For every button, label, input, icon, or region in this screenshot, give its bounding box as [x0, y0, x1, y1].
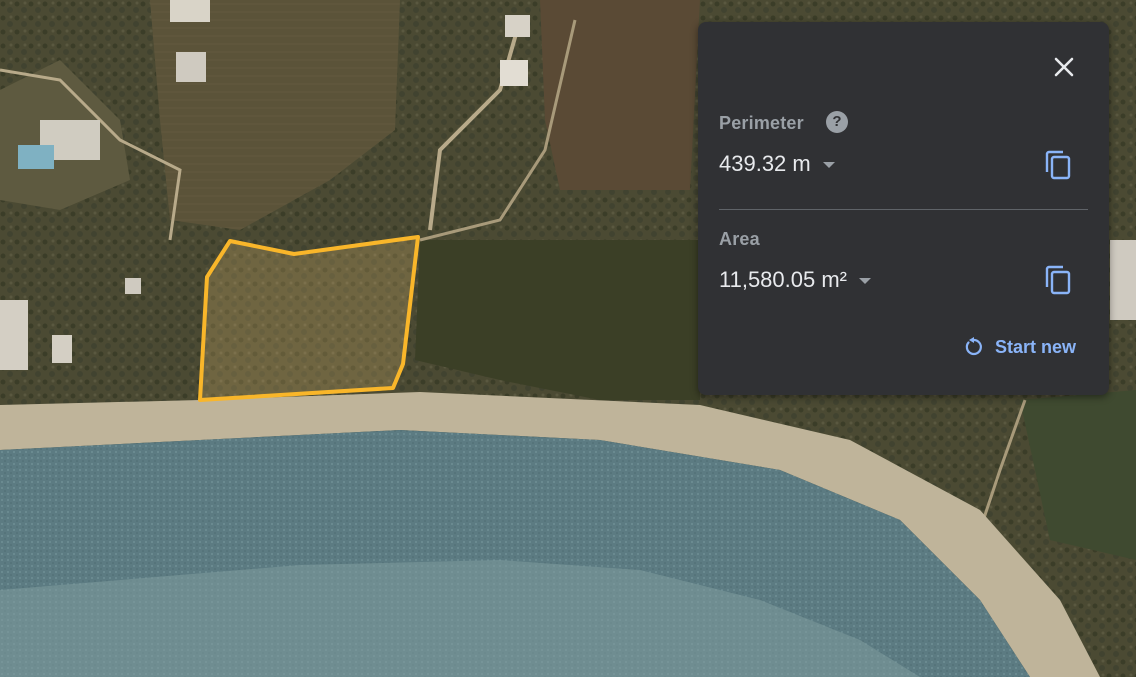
building [170, 0, 210, 22]
building [505, 15, 530, 37]
restart-icon [965, 337, 982, 356]
building [1110, 240, 1136, 320]
copy-icon[interactable] [1043, 263, 1073, 297]
measure-distance-panel: Perimeter ? 439.32 m Area 11,580.05 m² S… [698, 22, 1109, 395]
field-plot [540, 0, 700, 190]
area-value: 11,580.05 m² [719, 267, 848, 292]
start-new-button[interactable]: Start new [963, 336, 1076, 358]
divider [719, 209, 1088, 210]
caret-down-icon [822, 162, 835, 168]
building [125, 278, 141, 294]
start-new-label: Start new [994, 336, 1076, 357]
building [176, 52, 206, 82]
perimeter-value: 439.32 m [719, 151, 811, 176]
copy-icon[interactable] [1043, 148, 1073, 182]
area-unit-dropdown[interactable]: 11,580.05 m² [719, 267, 872, 293]
measured-area-polygon[interactable] [198, 235, 420, 402]
perimeter-label: Perimeter [719, 113, 804, 133]
perimeter-unit-dropdown[interactable]: 439.32 m [719, 151, 835, 177]
building [500, 60, 528, 86]
caret-down-icon [859, 278, 872, 284]
building [0, 300, 28, 370]
help-icon[interactable]: ? [826, 111, 848, 133]
close-icon[interactable] [1049, 52, 1079, 82]
swimming-pool [18, 145, 54, 169]
area-label: Area [719, 229, 760, 249]
building [52, 335, 72, 363]
